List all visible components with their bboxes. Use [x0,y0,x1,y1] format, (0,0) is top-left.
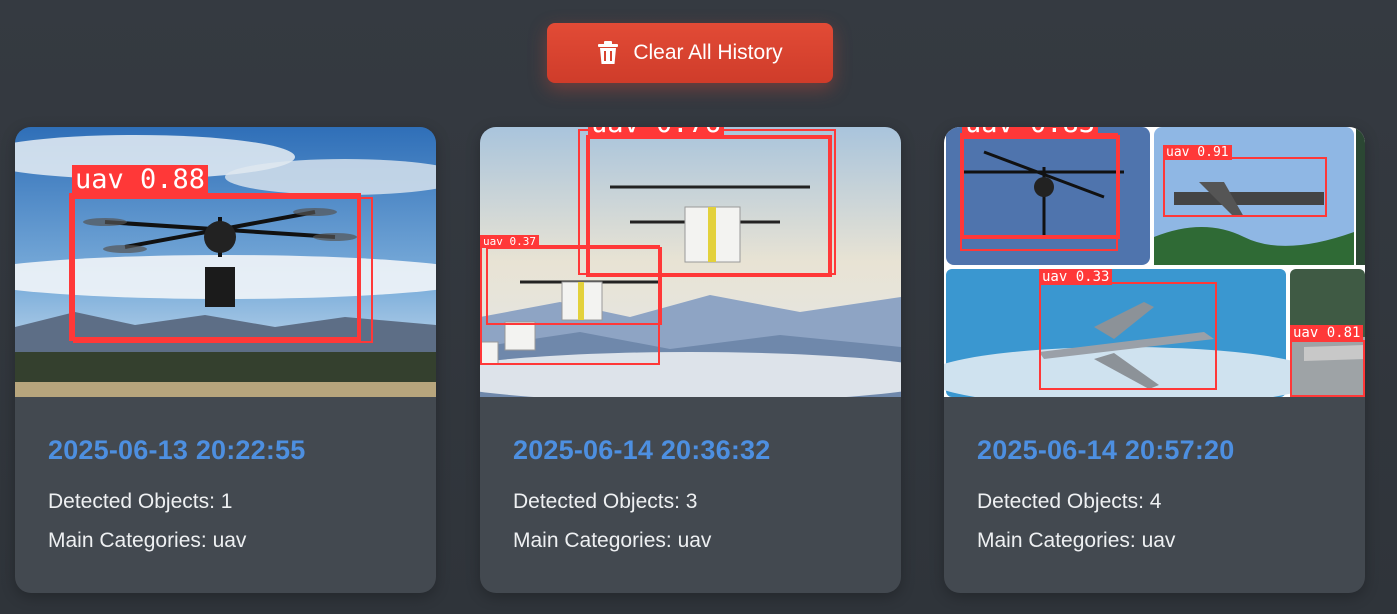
detection-image[interactable]: uav 0.76 uav 0.37 [480,127,901,397]
detection-image[interactable]: uav 0.83 uav 0.91 uav 0.33 uav 0.81 [944,127,1365,397]
detection-label: uav 0.88 [72,165,209,194]
history-timestamp: 2025-06-14 20:36:32 [513,435,771,465]
history-timestamp: 2025-06-13 20:22:55 [48,435,306,465]
main-categories: Main Categories: uav [48,529,247,552]
detection-box [480,245,660,365]
detection-box [1290,340,1365,397]
history-card[interactable]: uav 0.83 uav 0.91 uav 0.33 uav 0.81 2025… [944,127,1365,593]
history-card[interactable]: uav 0.76 uav 0.37 2025-06-14 20:36:32 De… [480,127,901,593]
main-categories: Main Categories: uav [977,529,1176,552]
history-card[interactable]: uav 0.88 2025-06-13 20:22:55 Detected Ob… [15,127,436,593]
detection-label: uav 0.76 [588,127,725,138]
clear-history-button[interactable]: Clear All History [547,23,833,83]
detected-objects-count: Detected Objects: 1 [48,490,233,513]
history-page: Clear All History uav 0.88 2025-06-13 20… [0,0,1397,614]
detected-objects-count: Detected Objects: 4 [977,490,1162,513]
detection-label: uav 0.91 [1163,145,1232,160]
detection-label: uav 0.33 [1039,269,1113,285]
detection-image[interactable]: uav 0.88 [15,127,436,397]
detection-box [1163,157,1327,217]
detected-objects-count: Detected Objects: 3 [513,490,698,513]
detection-label: uav 0.83 [962,127,1099,138]
detection-box [1039,282,1217,390]
main-categories: Main Categories: uav [513,529,712,552]
detection-box [73,197,373,343]
detection-box [960,133,1118,251]
clear-history-label: Clear All History [633,41,783,64]
history-timestamp: 2025-06-14 20:57:20 [977,435,1235,465]
detection-label: uav 0.81 [1290,325,1364,341]
detection-label: uav 0.37 [480,235,539,248]
trash-icon [598,41,619,64]
